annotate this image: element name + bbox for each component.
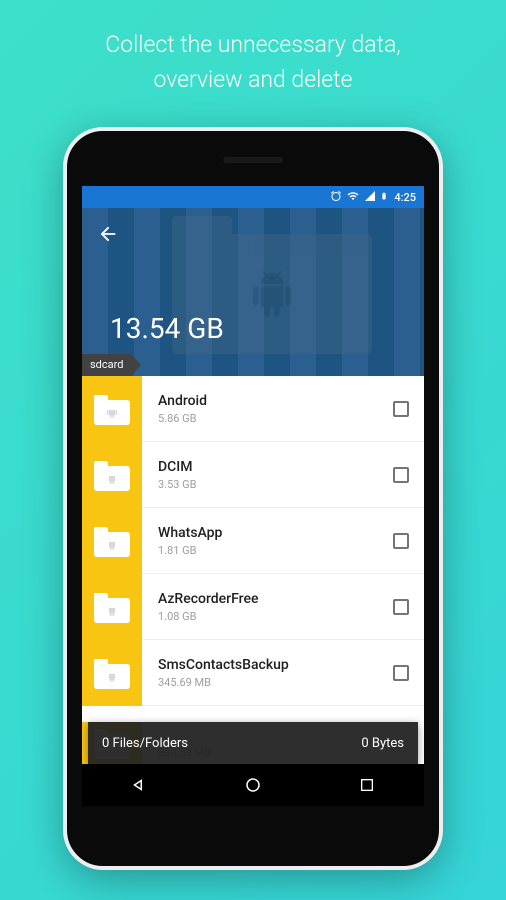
signal-icon (364, 190, 376, 205)
list-item[interactable]: WhatsApp 1.81 GB (82, 508, 424, 574)
list-item[interactable]: AzRecorderFree 1.08 GB (82, 574, 424, 640)
breadcrumb-item[interactable]: sdcard (82, 354, 131, 376)
item-size: 5.86 GB (158, 412, 378, 425)
battery-icon (380, 190, 388, 205)
selection-bar: 0 Files/Folders 0 Bytes (88, 722, 418, 764)
item-size: 1.81 GB (158, 544, 378, 557)
alarm-icon (330, 190, 342, 205)
item-size: 3.53 GB (158, 478, 378, 491)
item-size: 1.08 GB (158, 610, 378, 623)
nav-recent-button[interactable] (355, 773, 379, 797)
phone-speaker (223, 157, 283, 163)
item-checkbox[interactable] (393, 401, 409, 417)
status-bar: 4:25 (82, 186, 424, 208)
storage-size: 13.54 GB (110, 312, 224, 345)
selection-size: 0 Bytes (361, 736, 404, 751)
promo-caption: Collect the unnecessary data, overview a… (0, 0, 506, 117)
storage-header: 13.54 GB sdcard (82, 208, 424, 376)
back-button[interactable] (96, 222, 120, 246)
folder-icon (82, 640, 142, 706)
item-checkbox[interactable] (393, 599, 409, 615)
folder-icon (82, 574, 142, 640)
status-time: 4:25 (394, 191, 416, 204)
folder-icon (82, 376, 142, 442)
item-name: SmsContactsBackup (158, 657, 378, 673)
item-size: 345.69 MB (158, 676, 378, 689)
wifi-icon (346, 190, 360, 205)
phone-frame: 4:25 13.54 GB sdcard (63, 127, 443, 870)
item-name: AzRecorderFree (158, 591, 378, 607)
folder-icon (82, 508, 142, 574)
item-name: DCIM (158, 459, 378, 475)
list-item[interactable]: SmsContactsBackup 345.69 MB (82, 640, 424, 706)
selection-count: 0 Files/Folders (102, 736, 188, 751)
file-list: Android 5.86 GB DCIM 3.53 GB (82, 376, 424, 706)
item-checkbox[interactable] (393, 665, 409, 681)
item-name: WhatsApp (158, 525, 378, 541)
nav-home-button[interactable] (241, 773, 265, 797)
list-item[interactable]: DCIM 3.53 GB (82, 442, 424, 508)
breadcrumb[interactable]: sdcard (82, 354, 131, 376)
folder-icon (82, 442, 142, 508)
nav-back-button[interactable] (127, 773, 151, 797)
list-item[interactable]: Android 5.86 GB (82, 376, 424, 442)
item-checkbox[interactable] (393, 533, 409, 549)
android-nav-bar (82, 764, 424, 806)
item-name: Android (158, 393, 378, 409)
item-checkbox[interactable] (393, 467, 409, 483)
app-screen: 4:25 13.54 GB sdcard (82, 186, 424, 806)
